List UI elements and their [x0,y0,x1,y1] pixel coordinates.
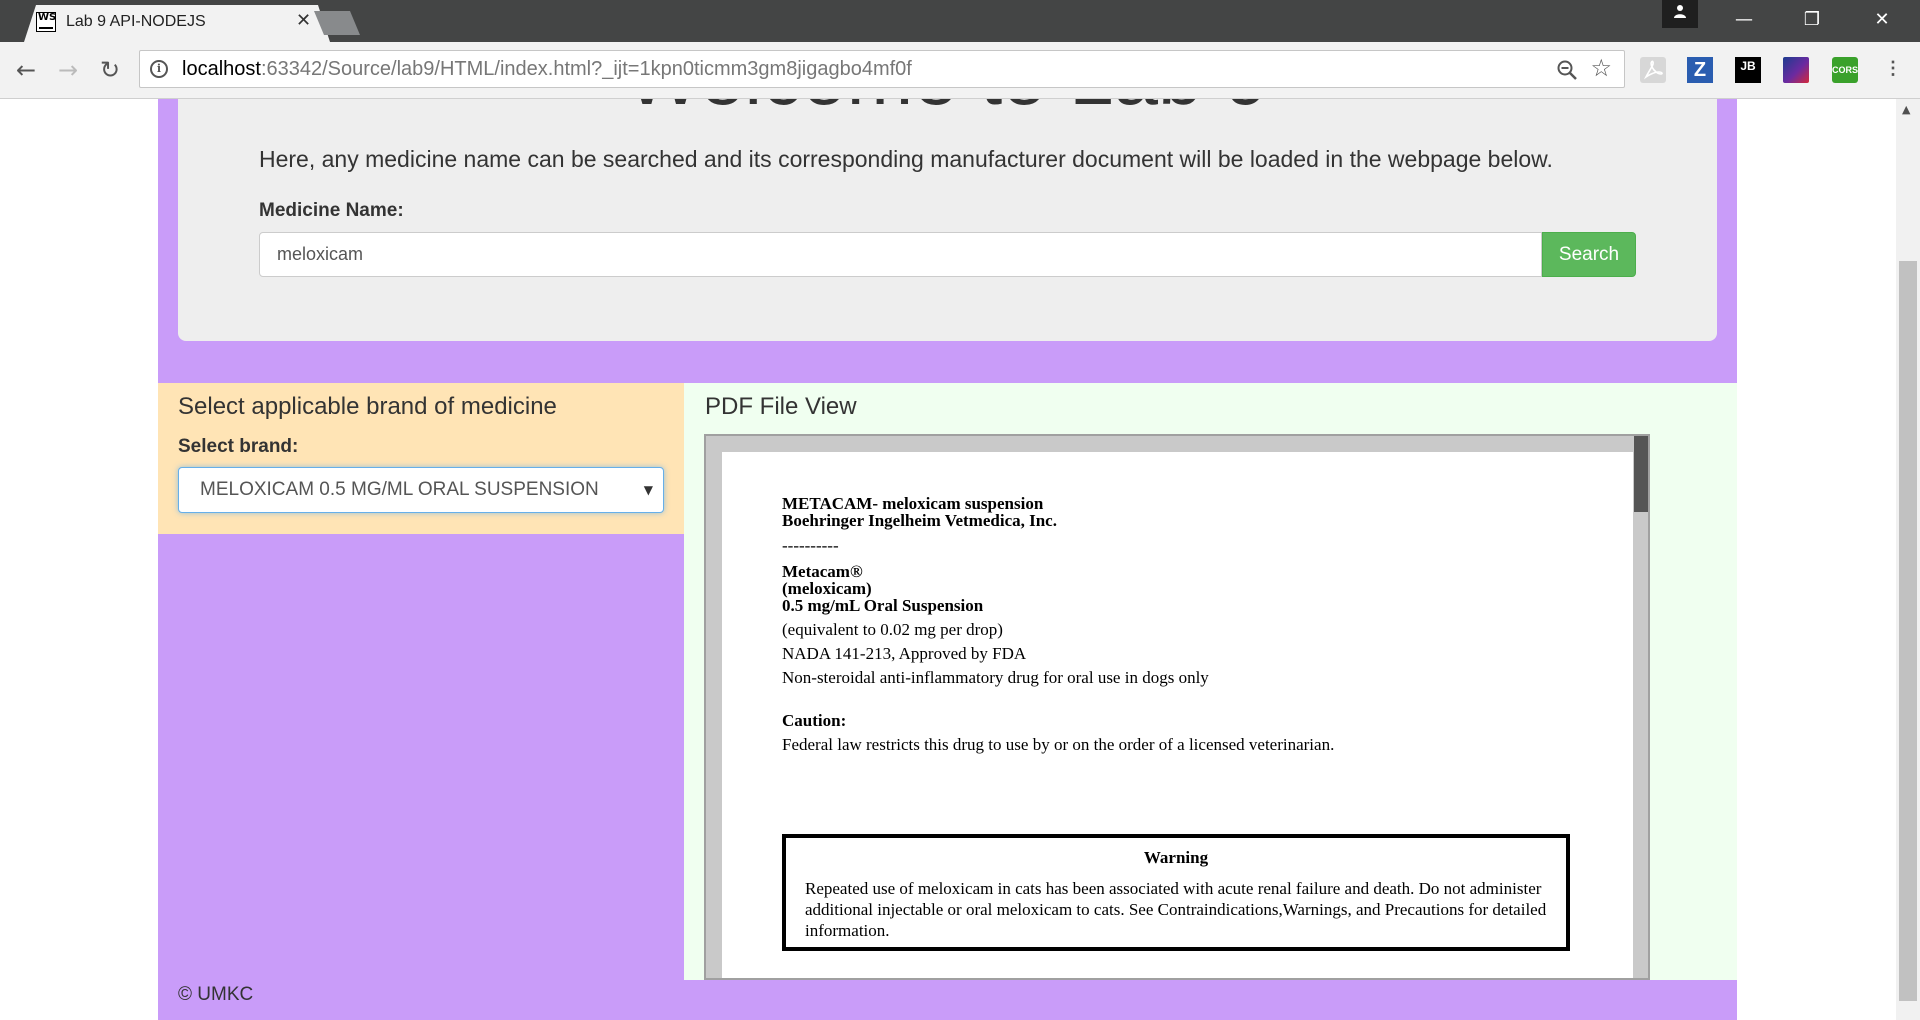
page-title-clip: Welcome to Lab 9 [178,99,1717,112]
scroll-up-arrow-icon[interactable]: ▲ [1902,103,1910,116]
extension-icon[interactable] [1783,57,1809,83]
webstorm-favicon-icon: WS [36,12,56,32]
page-scrollbar[interactable]: ▲ [1896,99,1920,1020]
pdf-usage: Non-steroidal anti-inflammatory drug for… [782,668,1209,687]
pdf-page: METACAM- meloxicam suspension Boehringer… [722,452,1633,978]
pdf-warning-box: Warning Repeated use of meloxicam in cat… [782,834,1570,951]
brand-heading: Select applicable brand of medicine [178,393,557,420]
brand-label: Select brand: [178,436,299,457]
hero-section: Welcome to Lab 9 Here, any medicine name… [178,99,1717,341]
pdf-caution-text: Federal law restricts this drug to use b… [782,735,1335,754]
restore-button[interactable]: ❐ [1786,4,1838,36]
page-viewport: Welcome to Lab 9 Here, any medicine name… [0,99,1896,1020]
warning-title: Warning [1143,848,1209,867]
info-icon[interactable]: i [150,60,168,78]
pdf-separator: ---------- [782,536,839,555]
warning-text: Repeated use of meloxicam in cats has be… [805,879,1547,940]
tab-close-icon[interactable]: ✕ [296,10,311,31]
page-scrollbar-thumb[interactable] [1899,261,1917,1001]
search-button[interactable]: Search [1542,232,1636,277]
acrobat-extension-icon[interactable] [1640,57,1666,83]
close-window-button[interactable]: ✕ [1856,4,1908,36]
forward-button[interactable]: → [52,54,84,86]
url-text[interactable]: localhost:63342/Source/lab9/HTML/index.h… [182,58,912,81]
tab-title: Lab 9 API-NODEJS [66,13,206,30]
minimize-button[interactable]: — [1718,4,1770,36]
brand-select-value: MELOXICAM 0.5 MG/ML ORAL SUSPENSION [200,479,599,500]
browser-tab[interactable]: WS Lab 9 API-NODEJS ✕ [24,5,330,42]
cors-extension-icon[interactable]: CORS [1832,57,1858,83]
address-bar[interactable]: i localhost:63342/Source/lab9/HTML/index… [139,50,1625,88]
jetbrains-extension-icon[interactable]: JB [1735,57,1761,83]
pdf-scrollbar[interactable] [1634,436,1648,978]
person-icon [1674,5,1686,18]
pdf-panel: PDF File View METACAM- meloxicam suspens… [684,383,1737,980]
browser-tab-strip: WS Lab 9 API-NODEJS ✕ — ❐ ✕ [0,0,1920,42]
medicine-search-input[interactable]: meloxicam [259,232,1542,277]
page-title: Welcome to Lab 9 [178,99,1717,112]
pdf-heading: PDF File View [705,393,857,420]
reload-button[interactable]: ↻ [94,54,126,86]
brand-select[interactable]: MELOXICAM 0.5 MG/ML ORAL SUSPENSION ▼ [178,467,664,513]
zotero-extension-icon[interactable]: Z [1687,57,1713,83]
zoom-icon[interactable] [1556,59,1578,81]
pdf-viewer[interactable]: METACAM- meloxicam suspension Boehringer… [704,434,1650,980]
medicine-name-label: Medicine Name: [259,200,404,221]
footer-copyright: © UMKC [178,984,254,1005]
pdf-approval: NADA 141-213, Approved by FDA [782,644,1027,663]
acrobat-icon [1643,60,1663,80]
pdf-company: Boehringer Ingelheim Vetmedica, Inc. [782,511,1057,530]
page-container: Welcome to Lab 9 Here, any medicine name… [158,99,1737,1020]
hero-description: Here, any medicine name can be searched … [259,146,1553,172]
pdf-caution-title: Caution: [782,711,847,730]
brand-panel: Select applicable brand of medicine Sele… [158,383,684,534]
pdf-scrollbar-thumb[interactable] [1634,436,1648,512]
browser-toolbar: ← → ↻ i localhost:63342/Source/lab9/HTML… [0,42,1920,99]
chrome-menu-icon[interactable]: ⋮ [1884,57,1902,83]
bookmark-star-icon[interactable]: ☆ [1590,54,1612,82]
pdf-dosage-form: 0.5 mg/mL Oral Suspension [782,596,984,615]
profile-button[interactable] [1662,0,1698,28]
pdf-equivalence: (equivalent to 0.02 mg per drop) [782,620,1003,639]
back-button[interactable]: ← [10,54,42,86]
dropdown-caret-icon: ▼ [643,483,653,497]
